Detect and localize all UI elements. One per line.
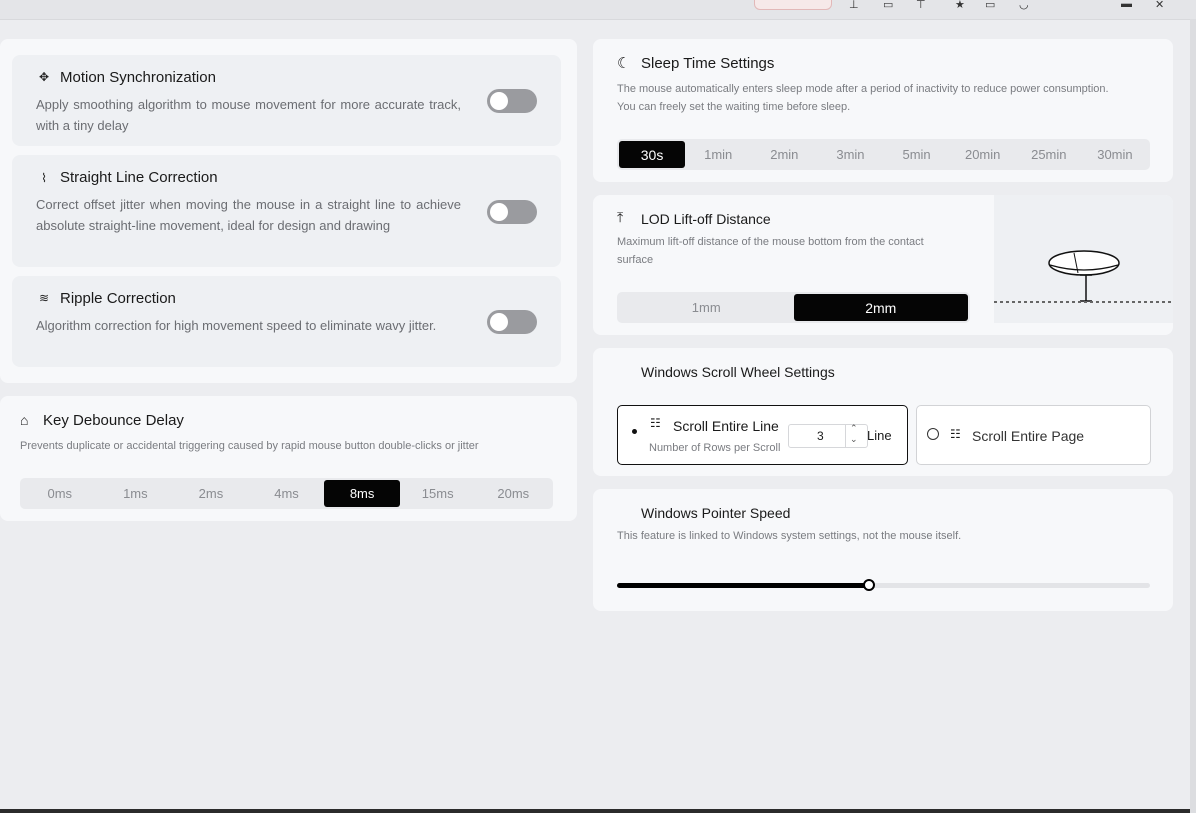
sleep-option[interactable]: 30min [1082,141,1148,168]
sleep-desc-2: You can freely set the waiting time befo… [617,101,851,113]
sleep-option[interactable]: 25min [1016,141,1082,168]
scroll-title: Windows Scroll Wheel Settings [641,364,835,380]
sleep-option-selected[interactable]: 30s [619,141,686,168]
monitor-icon[interactable]: ▭ [985,0,995,11]
rows-value[interactable]: 3 [817,429,824,443]
debounce-desc: Prevents duplicate or accidental trigger… [20,440,479,452]
debounce-option[interactable]: 0ms [22,480,98,507]
lod-option-selected[interactable]: 2mm [793,294,968,321]
toggle-knob [490,203,508,221]
rows-stepper[interactable]: 3 ⌃ ⌄ [788,423,868,448]
sleep-selector: 30s 1min 2min 3min 5min 20min 25min 30mi… [617,139,1150,170]
sleep-option[interactable]: 2min [751,141,817,168]
status-pill[interactable] [754,0,832,10]
pointer-speed-desc: This feature is linked to Windows system… [617,530,962,542]
sleep-option[interactable]: 5min [884,141,950,168]
mouse-illustration [994,250,1173,303]
rows-per-scroll-label: Number of Rows per Scroll [649,442,781,454]
lod-desc-2: surface [617,254,654,266]
sleep-desc-1: The mouse automatically enters sleep mod… [617,83,1109,95]
straight-line-row: ⌇ Straight Line Correction Correct offse… [12,155,561,267]
motion-sync-title: Motion Synchronization [60,69,216,86]
move-arrows-icon: ✥ [38,70,50,84]
scroll-card: Windows Scroll Wheel Settings ☷ Scroll E… [593,348,1173,476]
lod-desc-1: Maximum lift-off distance of the mouse b… [617,236,924,248]
scroll-page-option[interactable]: ☷ Scroll Entire Page [916,405,1151,465]
minimize-icon[interactable]: ▬ [1121,0,1132,10]
ripple-toggle[interactable] [487,310,537,334]
sleep-card: ☾ Sleep Time Settings The mouse automati… [593,39,1173,182]
rows-unit: Line [867,428,892,443]
scroll-line-label: Scroll Entire Line [673,418,779,434]
sleep-option[interactable]: 3min [817,141,883,168]
movement-features-card: ✥ Motion Synchronization Apply smoothing… [0,39,577,383]
radio-unselected[interactable] [927,428,939,440]
lift-icon: ⤒ [617,209,624,225]
ripple-row: ≋ Ripple Correction Algorithm correction… [12,276,561,367]
debounce-card: ⌂ Key Debounce Delay Prevents duplicate … [0,396,577,521]
straight-line-icon: ⌇ [41,171,47,185]
motion-sync-desc: Apply smoothing algorithm to mouse movem… [36,97,461,133]
toggle-knob [490,313,508,331]
lod-selector: 1mm 2mm [617,292,970,323]
list-icon: ☷ [650,416,661,430]
radio-selected[interactable] [632,429,637,434]
toggle-knob [490,92,508,110]
lod-card: ⤒ LOD Lift-off Distance Maximum lift-off… [593,195,1173,335]
sleep-title: Sleep Time Settings [641,55,775,72]
ripple-wave-icon: ≋ [38,291,50,305]
debounce-option[interactable]: 4ms [249,480,325,507]
motion-sync-row: ✥ Motion Synchronization Apply smoothing… [12,55,561,146]
motion-sync-toggle[interactable] [487,89,537,113]
sleep-option[interactable]: 20min [950,141,1016,168]
moon-icon: ☾ [617,55,631,72]
pointer-speed-title: Windows Pointer Speed [641,505,791,521]
pointer-speed-slider[interactable] [617,579,1150,591]
cart-icon[interactable]: ⊤ [916,0,926,11]
debounce-option[interactable]: 20ms [475,480,551,507]
lod-illustration [994,195,1173,323]
lod-title: LOD Lift-off Distance [641,211,771,227]
debounce-option[interactable]: 1ms [98,480,174,507]
slider-thumb[interactable] [863,579,876,591]
debounce-selector: 0ms 1ms 2ms 4ms 8ms 15ms 20ms [20,478,553,509]
close-icon[interactable]: ✕ [1155,0,1164,11]
page-icon: ☷ [950,427,961,441]
scrollbar[interactable] [1190,19,1196,813]
straight-line-title: Straight Line Correction [60,169,218,186]
debounce-option[interactable]: 2ms [173,480,249,507]
straight-line-toggle[interactable] [487,200,537,224]
debounce-option-selected[interactable]: 8ms [324,480,400,507]
tool-icon[interactable]: ⊥ [849,0,859,11]
debounce-title: Key Debounce Delay [43,412,184,429]
ripple-desc: Algorithm correction for high movement s… [36,318,437,333]
taskbar-edge [0,809,1190,813]
star-icon[interactable]: ★ [955,0,965,11]
sleep-option[interactable]: 1min [685,141,751,168]
scroll-page-label: Scroll Entire Page [972,428,1085,444]
decrement-icon[interactable]: ⌄ [850,434,858,445]
scroll-line-option[interactable]: ☷ Scroll Entire Line Number of Rows per … [617,405,908,465]
debounce-option[interactable]: 15ms [400,480,476,507]
ripple-title: Ripple Correction [60,290,176,307]
pointer-speed-card: Windows Pointer Speed This feature is li… [593,489,1173,611]
slider-fill [617,583,870,588]
window-titlebar: ⊥ ▭ ⊤ ★ ▭ ◡ ▬ ✕ [0,0,1196,20]
lod-option[interactable]: 1mm [619,294,794,321]
globe-icon[interactable]: ◡ [1019,0,1029,11]
mouse-icon: ⌂ [20,412,29,428]
save-icon[interactable]: ▭ [883,0,893,11]
increment-icon[interactable]: ⌃ [850,423,858,434]
straight-line-desc: Correct offset jitter when moving the mo… [36,197,461,233]
